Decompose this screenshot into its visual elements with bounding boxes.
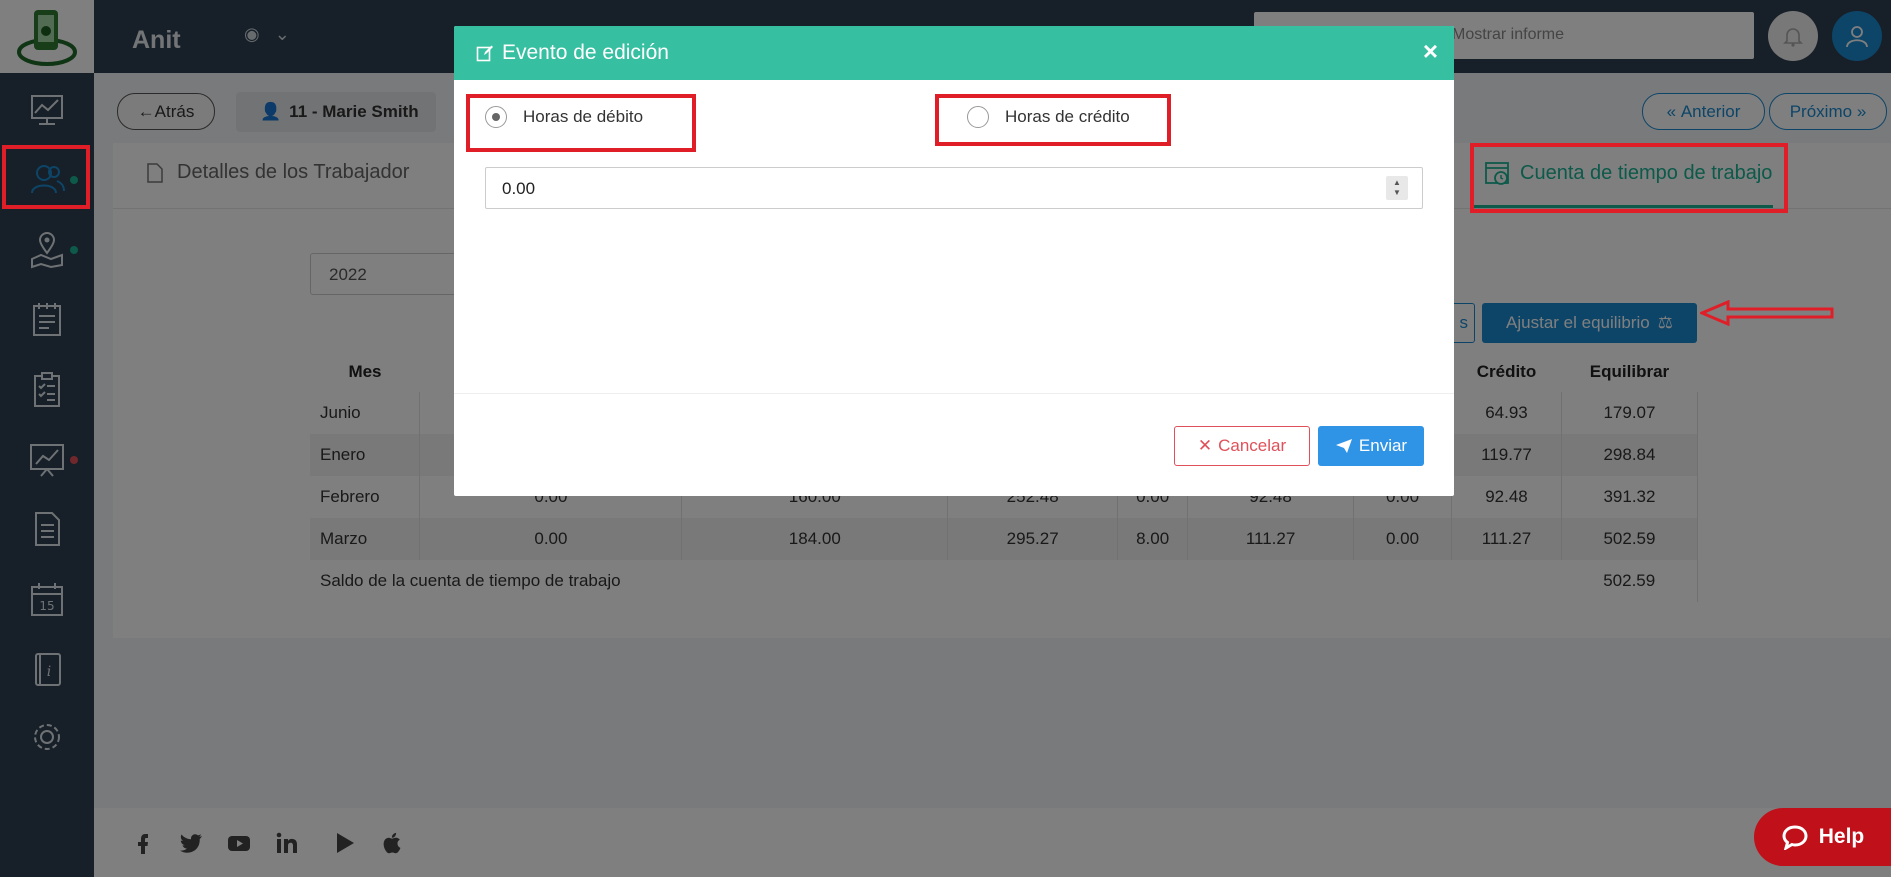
annotation-box-workers	[2, 145, 90, 209]
cancel-button[interactable]: ✕ Cancelar	[1174, 426, 1310, 466]
paper-plane-icon	[1335, 439, 1352, 453]
close-x-icon: ✕	[1197, 436, 1213, 455]
chevron-down-icon[interactable]: ▼	[1393, 188, 1401, 198]
modal-title: Evento de edición	[476, 41, 669, 65]
modal-title-text: Evento de edición	[502, 41, 669, 64]
chat-bubble-icon	[1782, 825, 1808, 850]
annotation-box-debit	[466, 94, 696, 152]
modal-footer-divider	[454, 393, 1454, 394]
hours-value: 0.00	[502, 179, 536, 198]
hours-input[interactable]: 0.00 ▲ ▼	[485, 167, 1423, 209]
annotation-box-credit	[935, 94, 1171, 146]
help-button[interactable]: Help	[1754, 808, 1891, 866]
close-icon[interactable]: ×	[1423, 38, 1438, 64]
send-button[interactable]: Enviar	[1318, 426, 1424, 466]
help-label: Help	[1818, 825, 1865, 848]
chevron-up-icon[interactable]: ▲	[1393, 178, 1401, 188]
edit-icon	[476, 45, 493, 62]
modal-header: Evento de edición ×	[454, 26, 1454, 80]
cancel-label: Cancelar	[1218, 436, 1287, 455]
number-spinner[interactable]: ▲ ▼	[1386, 176, 1408, 200]
send-label: Enviar	[1358, 436, 1408, 455]
edit-event-modal: Evento de edición × Horas de débito Hora…	[454, 26, 1454, 496]
annotation-arrow-icon	[1700, 300, 1834, 326]
annotation-box-account-tab	[1470, 143, 1788, 213]
